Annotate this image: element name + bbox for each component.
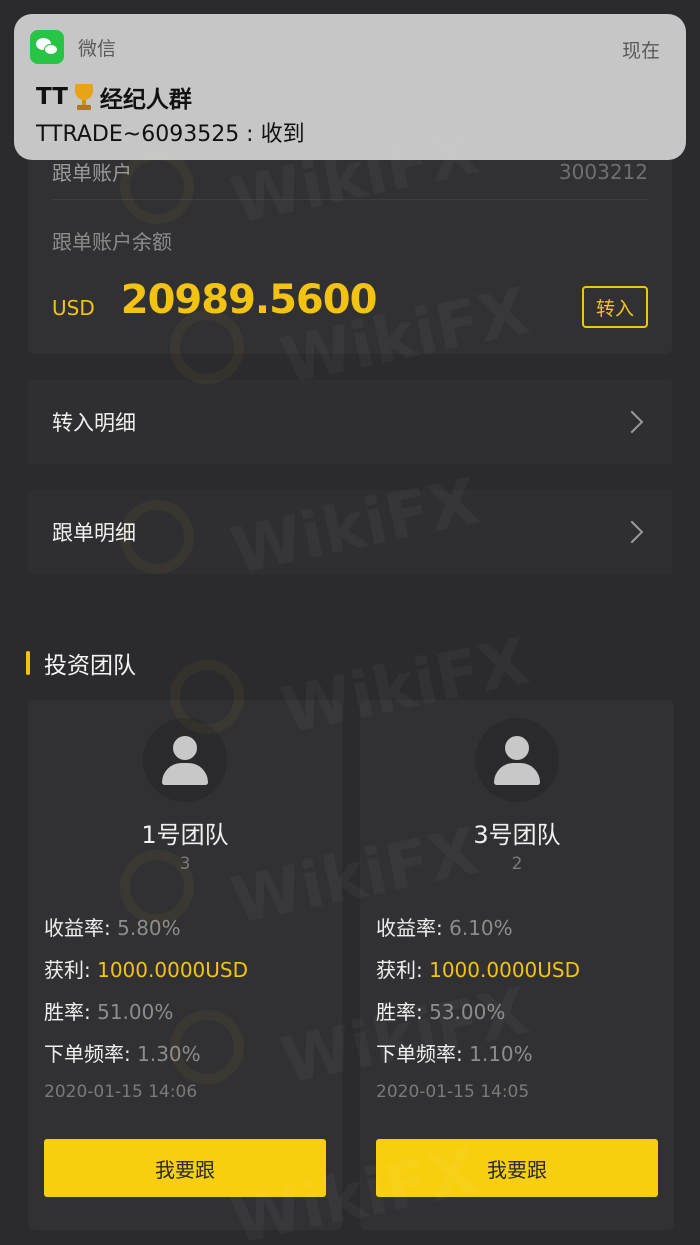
order-frequency-label: 下单频率: bbox=[376, 1042, 463, 1066]
wechat-notification[interactable]: 微信 现在 TT 经纪人群 TTRADE~6093525 : 收到 bbox=[14, 14, 686, 160]
win-rate-value: 51.00% bbox=[97, 1000, 174, 1024]
win-rate-stat: 胜率: 51.00% bbox=[44, 996, 173, 1025]
trophy-icon bbox=[72, 82, 96, 112]
order-frequency-stat: 下单频率: 1.10% bbox=[376, 1038, 533, 1067]
follow-detail-row[interactable]: 跟单明细 bbox=[28, 490, 672, 574]
team-name: 1号团队 bbox=[141, 821, 229, 849]
profit-label: 获利: bbox=[44, 958, 91, 982]
balance-line: USD 20989.5600 bbox=[52, 270, 648, 330]
section-title-text: 投资团队 bbox=[44, 653, 136, 679]
avatar bbox=[475, 718, 559, 802]
follow-detail-label: 跟单明细 bbox=[52, 521, 136, 545]
user-icon bbox=[173, 736, 197, 760]
chevron-right-icon bbox=[620, 520, 644, 544]
notification-title: TT 经纪人群 bbox=[36, 80, 192, 114]
transfer-detail-row[interactable]: 转入明细 bbox=[28, 380, 672, 464]
yield-label: 收益率: bbox=[376, 916, 443, 940]
team-card: 1号团队 3 收益率: 5.80% 获利: 1000.0000USD 胜率: 5… bbox=[28, 700, 342, 1230]
yield-label: 收益率: bbox=[44, 916, 111, 940]
follow-button[interactable]: 我要跟 bbox=[44, 1139, 326, 1197]
user-icon-body bbox=[494, 763, 540, 785]
team-date: 2020-01-15 14:05 bbox=[376, 1082, 530, 1102]
wechat-bubble-right bbox=[44, 44, 58, 55]
wechat-icon bbox=[30, 30, 64, 64]
order-frequency-value: 1.30% bbox=[137, 1042, 201, 1066]
win-rate-label: 胜率: bbox=[44, 1000, 91, 1024]
win-rate-value: 53.00% bbox=[429, 1000, 506, 1024]
trophy-base bbox=[76, 105, 91, 110]
order-frequency-label: 下单频率: bbox=[44, 1042, 131, 1066]
order-frequency-value: 1.10% bbox=[469, 1042, 533, 1066]
win-rate-label: 胜率: bbox=[376, 1000, 423, 1024]
notification-title-suffix: 经纪人群 bbox=[99, 87, 192, 113]
account-label: 跟单账户 bbox=[52, 161, 132, 185]
team-date: 2020-01-15 14:06 bbox=[44, 1082, 198, 1102]
user-icon bbox=[505, 736, 529, 760]
notification-app-name: 微信 bbox=[78, 37, 117, 60]
notification-title-prefix: TT bbox=[36, 84, 68, 110]
profit-stat: 获利: 1000.0000USD bbox=[44, 954, 248, 983]
balance-label: 跟单账户余额 bbox=[52, 230, 172, 254]
yield-stat: 收益率: 6.10% bbox=[376, 912, 513, 941]
section-accent-bar bbox=[26, 651, 30, 675]
section-title: 投资团队 bbox=[26, 646, 136, 680]
user-icon-body bbox=[162, 763, 208, 785]
chevron-right-icon bbox=[620, 410, 644, 434]
notification-time: 现在 bbox=[621, 40, 660, 62]
profit-label: 获利: bbox=[376, 958, 423, 982]
follow-button[interactable]: 我要跟 bbox=[376, 1139, 658, 1197]
profit-value: 1000.0000USD bbox=[429, 958, 580, 982]
yield-value: 6.10% bbox=[449, 916, 513, 940]
profit-value: 1000.0000USD bbox=[97, 958, 248, 982]
transfer-in-button[interactable]: 转入 bbox=[582, 286, 648, 328]
order-frequency-stat: 下单频率: 1.30% bbox=[44, 1038, 201, 1067]
balance-currency: USD bbox=[52, 296, 95, 320]
account-number: 3003212 bbox=[558, 159, 648, 184]
team-count: 2 bbox=[511, 854, 523, 874]
app-screen: 跟单账户 3003212 跟单账户余额 USD 20989.5600 转入 转入… bbox=[0, 0, 700, 1245]
yield-value: 5.80% bbox=[117, 916, 181, 940]
transfer-detail-label: 转入明细 bbox=[52, 411, 136, 435]
avatar bbox=[143, 718, 227, 802]
balance-amount: 20989.5600 bbox=[120, 277, 378, 323]
trophy-cup bbox=[74, 84, 93, 100]
yield-stat: 收益率: 5.80% bbox=[44, 912, 181, 941]
notification-body: TTRADE~6093525 : 收到 bbox=[36, 122, 305, 147]
team-card: 3号团队 2 收益率: 6.10% 获利: 1000.0000USD 胜率: 5… bbox=[360, 700, 674, 1230]
team-name: 3号团队 bbox=[473, 821, 561, 849]
profit-stat: 获利: 1000.0000USD bbox=[376, 954, 580, 983]
notification-app: 微信 bbox=[30, 30, 116, 64]
win-rate-stat: 胜率: 53.00% bbox=[376, 996, 505, 1025]
team-count: 3 bbox=[179, 854, 191, 874]
